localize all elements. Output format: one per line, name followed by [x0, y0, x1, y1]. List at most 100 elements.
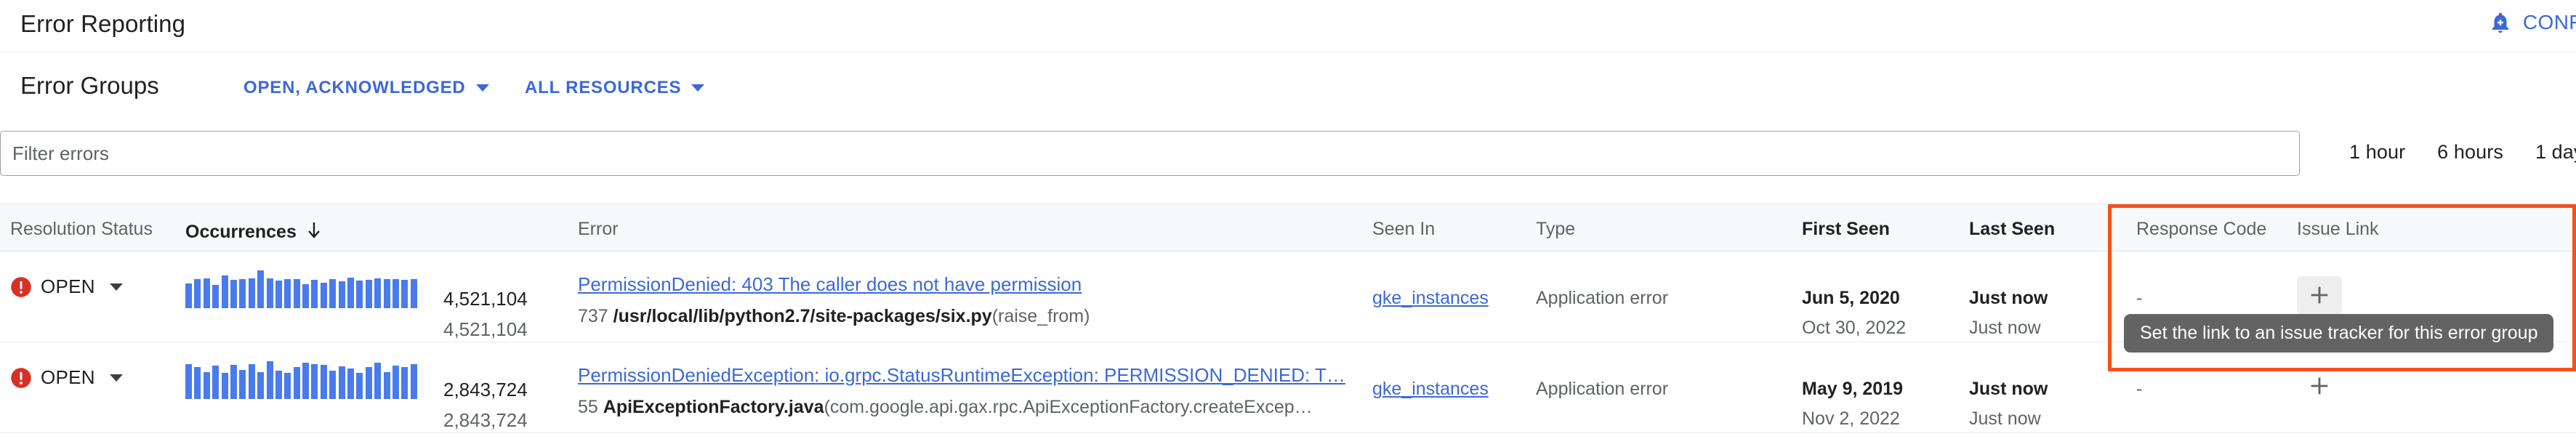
- sparkline-bar: [365, 367, 372, 399]
- resources-filter-label: ALL RESOURCES: [525, 78, 682, 97]
- sparkline-bar: [212, 285, 220, 308]
- sparkline-bar: [320, 283, 327, 308]
- seen-in-link[interactable]: gke_instances: [1372, 379, 1489, 399]
- sparkline-bar: [293, 279, 300, 308]
- sparkline-bars: [185, 270, 417, 308]
- issue-link-cell: [2297, 367, 2342, 405]
- sparkline-bar: [221, 373, 228, 399]
- sparkline-bar: [257, 270, 265, 308]
- sparkline-bar: [185, 283, 192, 308]
- seen-in-cell: gke_instances: [1372, 379, 1489, 400]
- title-bar: Error Reporting CONFI: [0, 0, 2576, 52]
- resolution-status-filter-dropdown[interactable]: OPEN, ACKNOWLEDGED: [243, 78, 489, 98]
- sparkline-bar: [347, 368, 355, 399]
- resolution-status-label: OPEN: [41, 366, 95, 388]
- error-type: Application error: [1536, 379, 1669, 399]
- sparkline-bar: [410, 364, 417, 399]
- column-header-last-seen[interactable]: Last Seen: [1969, 219, 2055, 240]
- occurrences-total: 2,843,724: [443, 409, 528, 431]
- response-code-value: -: [2136, 288, 2143, 308]
- sparkline-bar: [383, 372, 390, 399]
- column-header-type[interactable]: Type: [1536, 219, 1575, 240]
- response-code-value: -: [2136, 379, 2143, 399]
- sparkline-bar: [347, 278, 355, 308]
- sparkline-bar: [329, 371, 337, 399]
- plus-icon: [2307, 283, 2332, 307]
- filter-errors-field[interactable]: [0, 131, 2300, 176]
- error-badge-icon: [10, 276, 32, 298]
- sparkline-bar: [392, 366, 399, 399]
- sparkline-bar: [311, 280, 318, 308]
- occurrences-total: 4,521,104: [443, 318, 528, 340]
- sparkline-bar: [284, 279, 291, 308]
- filter-row: 1 hour 6 hours 1 day: [0, 121, 2576, 186]
- sparkline-bar: [365, 280, 372, 308]
- first-seen-value: May 9, 2019: [1802, 379, 1903, 399]
- sparkline-bar: [230, 280, 237, 308]
- error-title-link[interactable]: PermissionDenied: 403 The caller does no…: [578, 273, 1348, 296]
- error-location: 55 ApiExceptionFactory.java(com.google.a…: [578, 397, 1348, 418]
- chevron-down-icon: [109, 374, 123, 382]
- resolution-status-cell[interactable]: OPEN: [10, 366, 123, 389]
- column-header-first-seen[interactable]: First Seen: [1802, 219, 1890, 240]
- error-line-number: 55: [578, 397, 598, 417]
- last-seen-sub-value: Just now: [1969, 408, 2041, 429]
- column-header-occurrences[interactable]: Occurrences: [185, 219, 321, 243]
- configure-notifications-button[interactable]: CONFI: [2488, 10, 2576, 35]
- column-header-error[interactable]: Error: [578, 219, 619, 240]
- add-issue-link-button[interactable]: [2297, 367, 2342, 405]
- seen-in-link[interactable]: gke_instances: [1372, 288, 1489, 308]
- chevron-down-icon: [109, 283, 123, 291]
- sparkline-bar: [284, 373, 291, 399]
- time-range-1-hour[interactable]: 1 hour: [2333, 141, 2421, 164]
- sparkline-bar: [374, 363, 382, 399]
- column-header-resolution-status[interactable]: Resolution Status: [10, 219, 153, 240]
- column-header-issue-link[interactable]: Issue Link: [2297, 219, 2379, 240]
- sparkline-bar: [248, 278, 255, 308]
- occurrences-count: 4,521,104: [443, 288, 528, 310]
- column-header-seen-in[interactable]: Seen In: [1372, 219, 1435, 240]
- sparkline-bar: [356, 373, 363, 399]
- issue-link-tooltip: Set the link to an issue tracker for thi…: [2124, 314, 2554, 353]
- sparkline-bar: [401, 367, 408, 399]
- sparkline-bar: [185, 364, 192, 399]
- time-range-6-hours[interactable]: 6 hours: [2421, 141, 2519, 164]
- add-issue-link-button[interactable]: [2297, 276, 2342, 314]
- sparkline-bar: [338, 366, 345, 399]
- chevron-down-icon: [475, 84, 489, 92]
- search-input[interactable]: [1, 132, 2299, 175]
- table-row[interactable]: OPEN 2,843,724 2,843,724 PermissionDenie…: [0, 342, 2576, 433]
- error-groups-bar: Error Groups OPEN, ACKNOWLEDGED ALL RESO…: [0, 52, 2576, 121]
- error-badge-icon: [10, 367, 32, 389]
- error-file-name: ApiExceptionFactory.java: [603, 397, 824, 417]
- sparkline-bar: [356, 281, 363, 308]
- resolution-status-cell[interactable]: OPEN: [10, 275, 123, 298]
- sparkline-bar: [374, 278, 382, 308]
- sparkline-bar: [203, 372, 210, 399]
- resolution-status-filter-label: OPEN, ACKNOWLEDGED: [243, 78, 466, 97]
- time-range-1-day[interactable]: 1 day: [2519, 141, 2576, 164]
- seen-in-cell: gke_instances: [1372, 288, 1489, 309]
- configure-label: CONFI: [2522, 11, 2576, 33]
- sparkline-bar: [239, 279, 246, 308]
- last-seen-sub-value: Just now: [1969, 318, 2041, 338]
- first-seen-sub-value: Oct 30, 2022: [1802, 318, 1907, 338]
- sparkline-bar: [329, 279, 337, 308]
- sparkline-bar: [293, 367, 300, 399]
- resources-filter-dropdown[interactable]: ALL RESOURCES: [525, 78, 705, 98]
- sparkline-bar: [194, 279, 201, 308]
- sparkline-bar: [302, 284, 310, 308]
- sparkline-bars: [185, 361, 417, 399]
- sparkline-bar: [311, 364, 318, 399]
- error-location: 737 /usr/local/lib/python2.7/site-packag…: [578, 306, 1348, 327]
- sparkline-bar: [383, 279, 390, 308]
- last-seen-value: Just now: [1969, 288, 2048, 308]
- error-title-link[interactable]: PermissionDeniedException: io.grpc.Statu…: [578, 364, 1348, 387]
- sparkline-bar: [212, 366, 220, 399]
- plus-icon: [2307, 374, 2332, 398]
- error-type: Application error: [1536, 288, 1669, 308]
- first-seen-value: Jun 5, 2020: [1802, 288, 1900, 308]
- occurrences-sparkline: [185, 270, 417, 308]
- sparkline-bar: [410, 279, 417, 308]
- column-header-response-code[interactable]: Response Code: [2136, 219, 2266, 240]
